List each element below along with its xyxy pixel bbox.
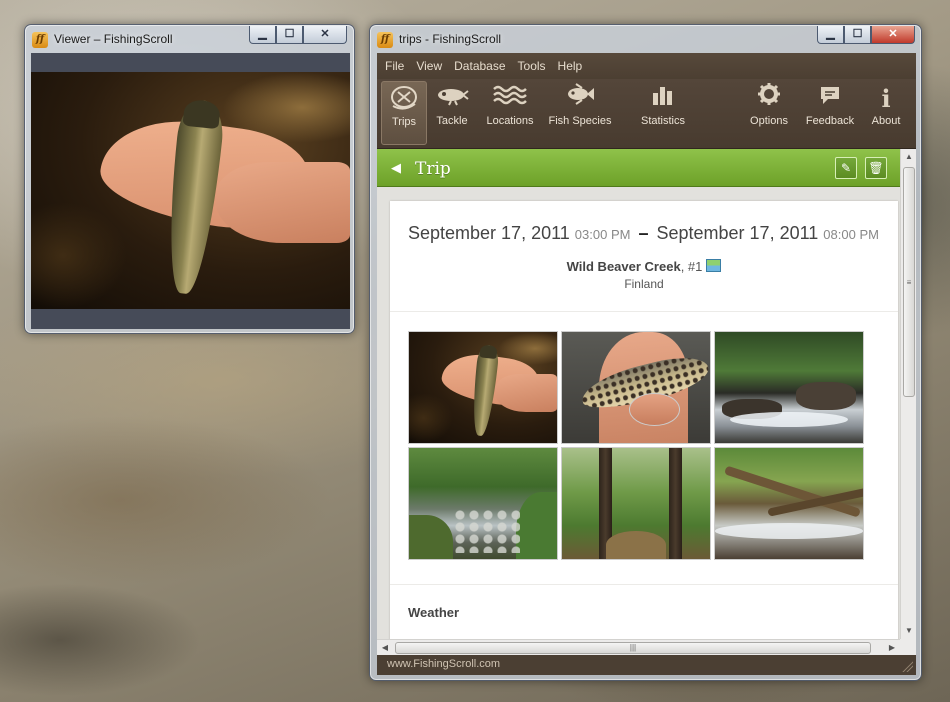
horizontal-scrollbar[interactable]: ◀ ||| ▶ [377,639,900,655]
trip-header-bar: ◀ Trip ✎ 🗑 [377,149,900,187]
main-close-button[interactable]: ✕ [871,26,915,44]
toolbar-trips-button[interactable]: Trips [381,81,427,145]
info-icon: i [881,84,891,113]
gallery-photo[interactable] [408,331,558,444]
viewer-window-title: Viewer – FishingScroll [54,32,173,46]
resize-grip-icon[interactable] [901,660,913,672]
scroll-down-arrow-icon[interactable]: ▼ [901,623,916,639]
viewer-minimize-button[interactable]: ▁ [249,26,276,44]
toolbar-tackle-label: Tackle [436,115,468,127]
main-window-controls: ▁ ☐ ✕ [817,26,915,44]
map-icon[interactable] [706,259,722,272]
trip-details-card: September 17, 2011 03:00 PM – September … [390,201,898,641]
toolbar-trips-label: Trips [391,116,417,128]
end-date: September 17, 2011 [656,223,819,243]
location-number: , #1 [680,259,703,274]
start-time: 03:00 PM [574,227,631,242]
fishingscroll-app-icon: ff [32,32,48,48]
bar-chart-icon [633,81,693,115]
fishingscroll-app-icon: ff [377,32,393,48]
toolbar-fish-species-button[interactable]: Fish Species [547,81,613,145]
toolbar-locations-label: Locations [486,115,534,127]
lure-icon [429,81,475,115]
menu-database[interactable]: Database [454,53,505,79]
gallery-photo[interactable] [561,331,711,444]
location-name-link[interactable]: Wild Beaver Creek [567,259,681,274]
toolbar-feedback-label: Feedback [805,115,855,127]
vertical-scrollbar[interactable]: ▲ ≡ ▼ [900,149,916,639]
divider [390,584,898,585]
website-link[interactable]: www.FishingScroll.com [387,658,500,670]
vertical-scroll-thumb[interactable]: ≡ [903,167,915,397]
viewer-window: ff Viewer – FishingScroll ▁ ☐ ✕ [24,24,355,334]
main-maximize-button[interactable]: ☐ [844,26,871,44]
viewer-close-button[interactable]: ✕ [303,26,347,44]
delete-trip-button[interactable]: 🗑 [865,157,887,179]
main-titlebar[interactable]: ff trips - FishingScroll ▁ ☐ ✕ [370,25,921,53]
main-minimize-button[interactable]: ▁ [817,26,844,44]
gear-icon [747,81,791,115]
viewer-photo [31,72,350,309]
scroll-left-arrow-icon[interactable]: ◀ [377,640,393,656]
end-time: 08:00 PM [823,227,879,242]
toolbar-options-label: Options [750,115,788,127]
toolbar-locations-button[interactable]: Locations [481,81,539,145]
main-window: ff trips - FishingScroll ▁ ☐ ✕ File View… [369,24,922,681]
speech-bubble-icon [803,81,857,115]
toolbar-tackle-button[interactable]: Tackle [429,81,475,145]
menu-bar: File View Database Tools Help [377,53,916,79]
scroll-right-arrow-icon[interactable]: ▶ [884,640,900,656]
weather-section-title: Weather [408,605,460,620]
menu-help[interactable]: Help [558,53,583,79]
viewer-titlebar[interactable]: ff Viewer – FishingScroll ▁ ☐ ✕ [25,25,354,53]
main-toolbar: Trips Tackle Locations Fish Species Stat… [377,79,916,149]
trip-location: Wild Beaver Creek, #1 [390,259,898,274]
menu-tools[interactable]: Tools [518,53,546,79]
date-range-dash: – [638,223,649,243]
status-bar: www.FishingScroll.com [377,655,916,675]
toolbar-options-button[interactable]: Options [747,81,791,145]
trips-icon [382,82,426,116]
fish-icon [547,81,613,115]
gallery-photo[interactable] [714,331,864,444]
divider [390,311,898,312]
pencil-icon: ✎ [840,161,852,175]
toolbar-feedback-button[interactable]: Feedback [803,81,857,145]
viewer-window-controls: ▁ ☐ ✕ [249,26,347,44]
gallery-photo[interactable] [714,447,864,560]
trip-date-range: September 17, 2011 03:00 PM – September … [408,223,879,244]
toolbar-statistics-label: Statistics [640,115,685,127]
scroll-up-arrow-icon[interactable]: ▲ [901,149,916,165]
scrollbar-corner [900,639,916,655]
menu-view[interactable]: View [416,53,442,79]
trip-content-area: ◀ Trip ✎ 🗑 September 17, 2011 03:00 PM –… [377,149,916,655]
toolbar-fish-species-label: Fish Species [548,115,612,127]
trip-country: Finland [624,277,664,291]
viewer-maximize-button[interactable]: ☐ [276,26,303,44]
waves-icon [481,81,539,115]
main-window-title: trips - FishingScroll [399,32,502,46]
gallery-photo[interactable] [561,447,711,560]
back-arrow-icon[interactable]: ◀ [391,160,401,176]
toolbar-statistics-button[interactable]: Statistics [633,81,693,145]
gallery-photo[interactable] [408,447,558,560]
trash-icon: 🗑 [868,161,884,175]
horizontal-scroll-thumb[interactable]: ||| [395,642,871,654]
trip-header-title: Trip [415,159,451,179]
toolbar-about-button[interactable]: i About [867,81,905,145]
viewer-canvas [31,53,350,329]
menu-file[interactable]: File [385,53,404,79]
start-date: September 17, 2011 [408,223,570,243]
main-client-area: File View Database Tools Help Trips Tack… [377,53,916,675]
edit-trip-button[interactable]: ✎ [835,157,857,179]
toolbar-about-label: About [871,115,901,127]
